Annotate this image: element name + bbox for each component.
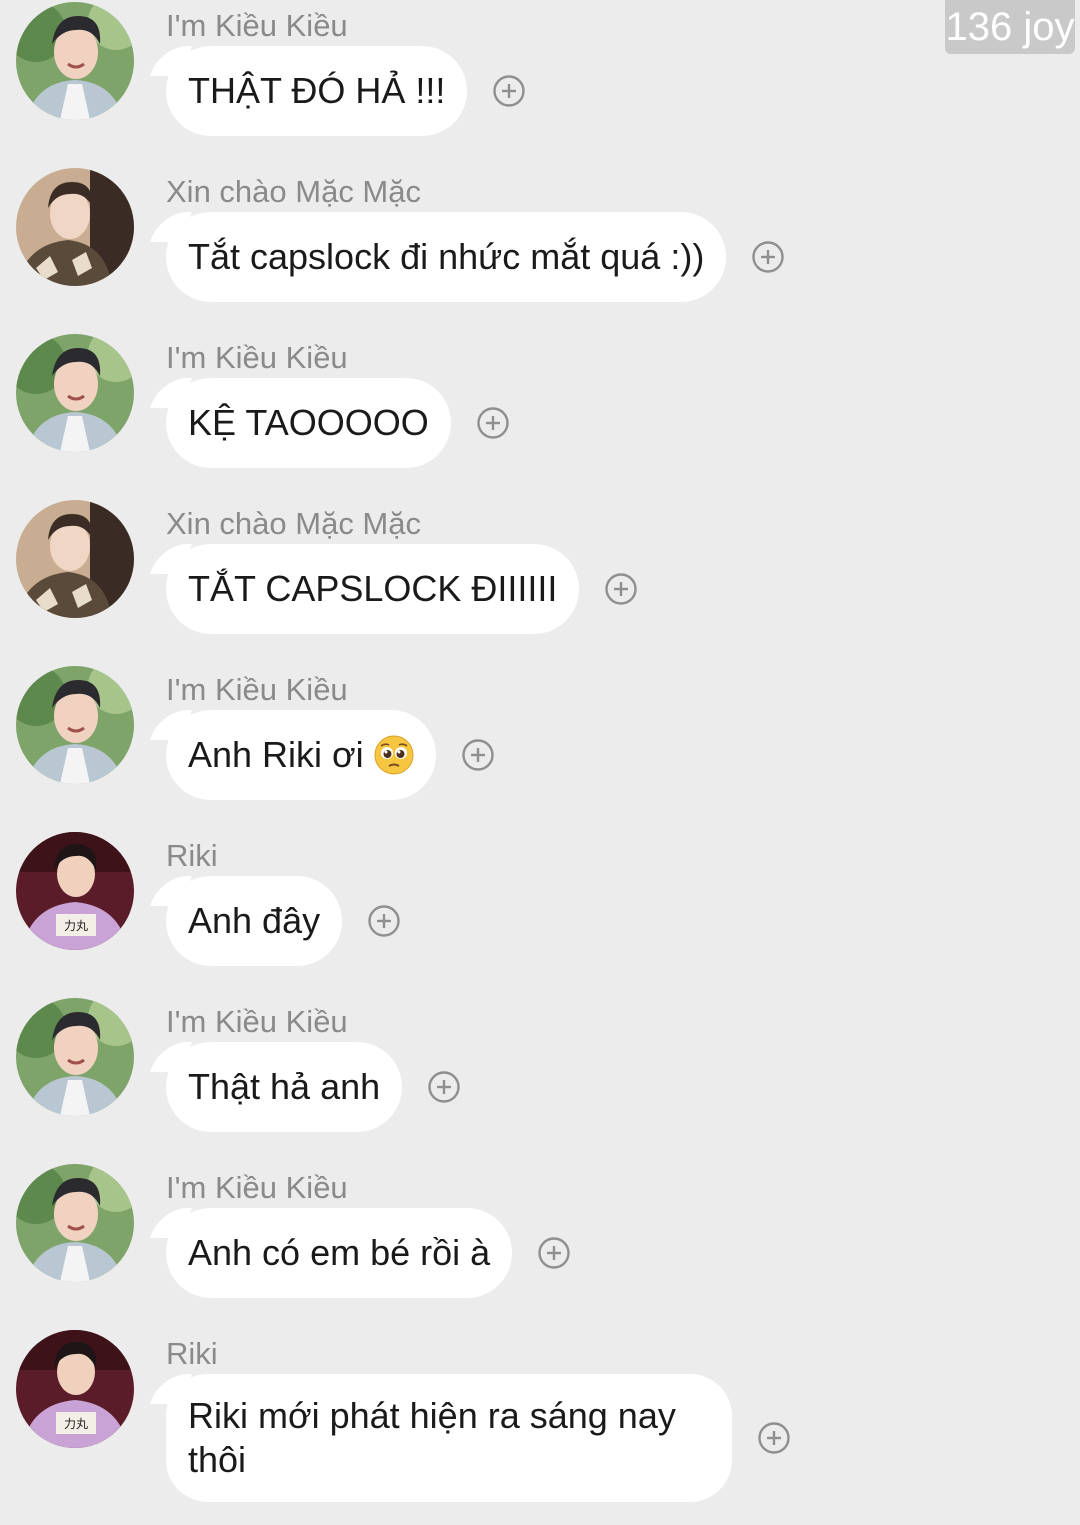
message-text: Thật hả anh [188, 1066, 381, 1107]
message-bubble[interactable]: Tắt capslock đi nhức mắt quá :)) [166, 212, 727, 302]
sender-name: I'm Kiều Kiều [166, 672, 348, 707]
avatar[interactable] [16, 1164, 134, 1282]
plus-circle-icon[interactable] [493, 75, 525, 107]
avatar[interactable] [16, 998, 134, 1116]
plus-circle-icon[interactable] [462, 739, 494, 771]
sender-name: I'm Kiều Kiều [166, 1004, 348, 1039]
plus-circle-icon[interactable] [368, 905, 400, 937]
message-text: THẬT ĐÓ HẢ !!! [188, 70, 446, 111]
avatar[interactable] [16, 2, 134, 120]
plus-circle-icon[interactable] [477, 407, 509, 439]
sender-name: Riki [166, 1336, 218, 1371]
message-bubble[interactable]: THẬT ĐÓ HẢ !!! [166, 46, 468, 136]
sender-name: Riki [166, 838, 218, 873]
message-bubble[interactable]: TẮT CAPSLOCK ĐIIIIII [166, 544, 580, 634]
avatar[interactable] [16, 168, 134, 286]
message-text: TẮT CAPSLOCK ĐIIIIII [188, 568, 558, 609]
message-bubble[interactable]: KỆ TAOOOOO [166, 378, 451, 468]
message-text: Riki mới phát hiện ra sáng nay thôi [188, 1395, 676, 1480]
message-text: Anh đây [188, 900, 321, 941]
avatar[interactable] [16, 832, 134, 950]
plus-circle-icon[interactable] [605, 573, 637, 605]
message-text: KỆ TAOOOOO [188, 402, 429, 443]
sender-name: I'm Kiều Kiều [166, 1170, 348, 1205]
plus-circle-icon[interactable] [752, 241, 784, 273]
message-text: Anh Riki ơi [188, 734, 364, 775]
avatar[interactable] [16, 334, 134, 452]
pleading-face-emoji [374, 735, 414, 775]
sender-name: I'm Kiều Kiều [166, 340, 348, 375]
avatar[interactable] [16, 500, 134, 618]
watermark: 136 joy [945, 0, 1075, 54]
message-text: Tắt capslock đi nhức mắt quá :)) [188, 236, 705, 277]
message-bubble[interactable]: Riki mới phát hiện ra sáng nay thôi [166, 1374, 732, 1502]
message-bubble[interactable]: Anh có em bé rồi à [166, 1208, 513, 1298]
sender-name: I'm Kiều Kiều [166, 8, 348, 43]
message-bubble[interactable]: Anh Riki ơi [166, 710, 436, 800]
avatar[interactable] [16, 1330, 134, 1448]
plus-circle-icon[interactable] [428, 1071, 460, 1103]
plus-circle-icon[interactable] [538, 1237, 570, 1269]
sender-name: Xin chào Mặc Mặc [166, 506, 421, 541]
message-bubble[interactable]: Anh đây [166, 876, 343, 966]
plus-circle-icon[interactable] [758, 1422, 790, 1454]
message-bubble[interactable]: Thật hả anh [166, 1042, 403, 1132]
message-text: Anh có em bé rồi à [188, 1232, 491, 1273]
avatar[interactable] [16, 666, 134, 784]
sender-name: Xin chào Mặc Mặc [166, 174, 421, 209]
